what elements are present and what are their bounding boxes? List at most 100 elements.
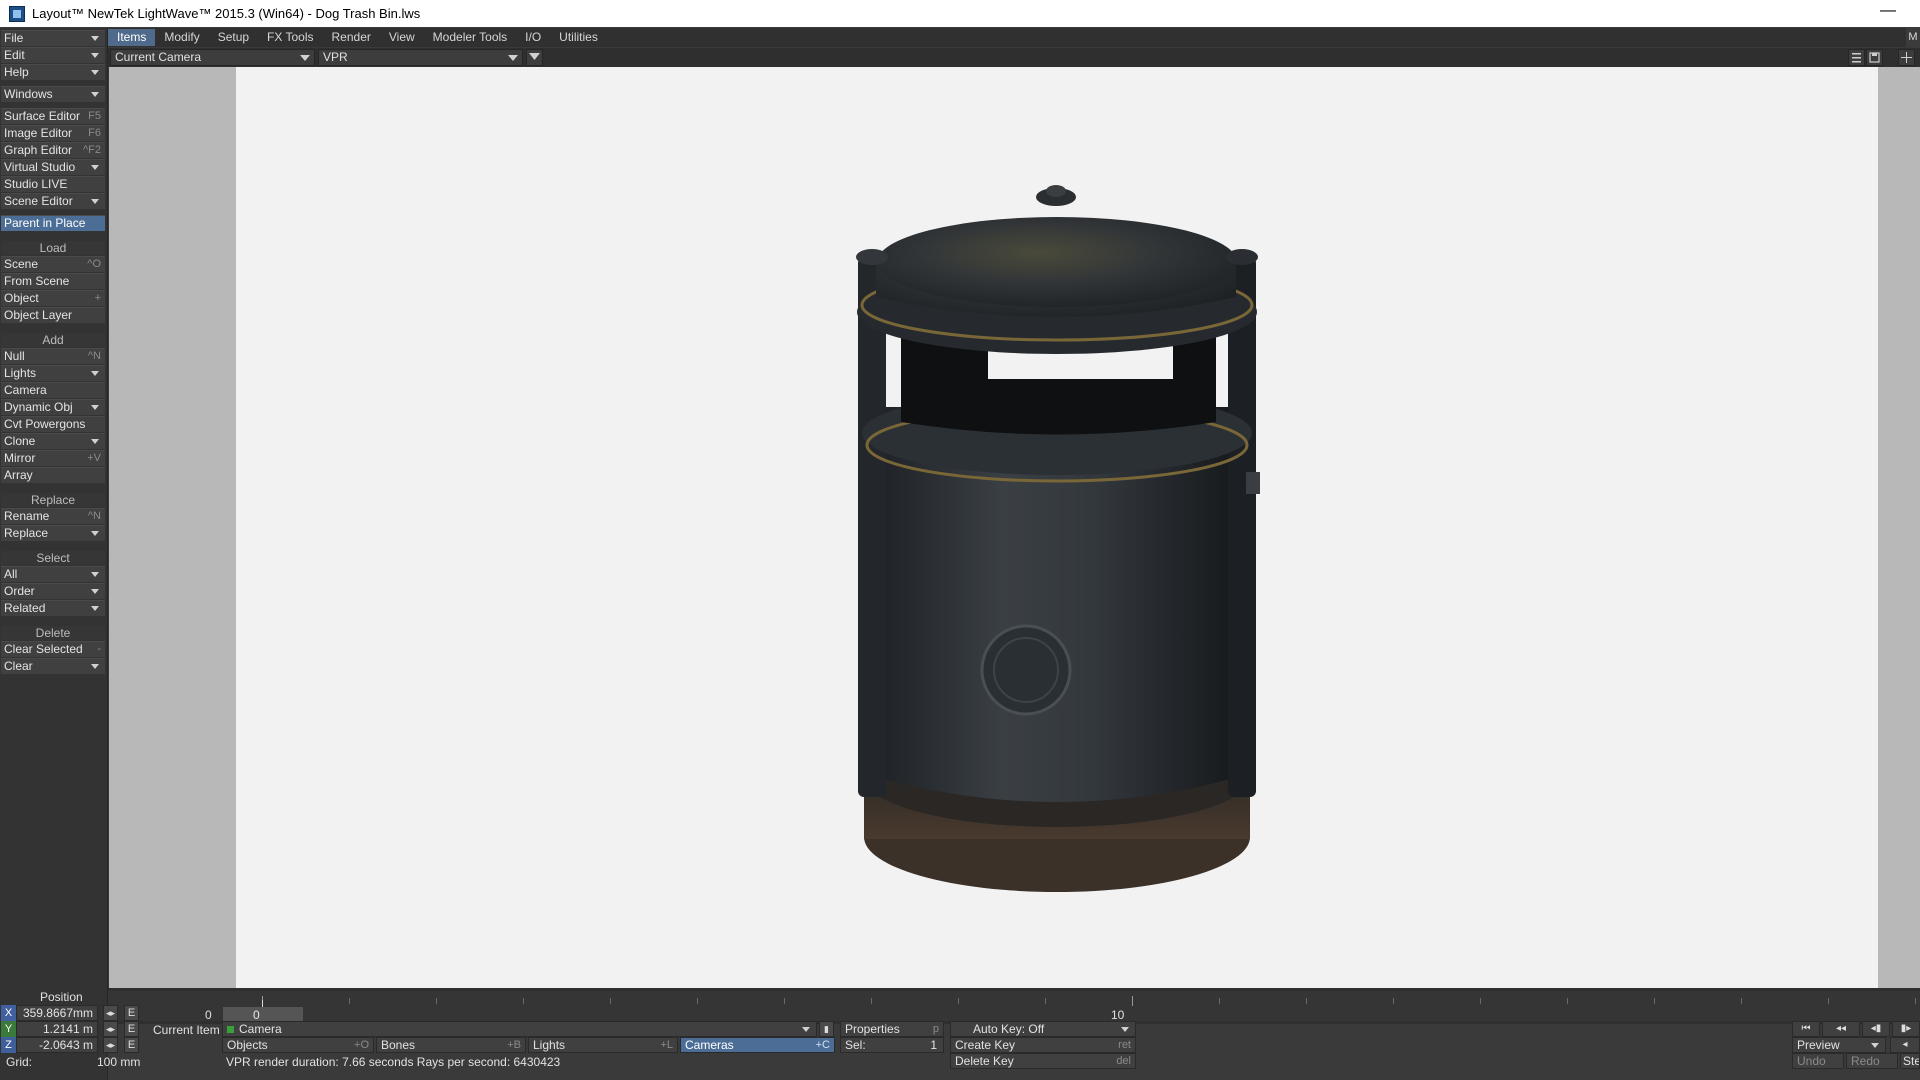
trash-bin-render-image	[856, 185, 1260, 892]
grid-label: Grid:	[6, 1055, 33, 1069]
position-label: Position	[40, 990, 83, 1004]
x-envelope-button[interactable]: E	[124, 1005, 139, 1021]
position-x-field[interactable]: 359.8667mm	[16, 1005, 98, 1021]
select-section-header: Select	[1, 551, 105, 565]
replace-menu[interactable]: Replace	[1, 525, 105, 541]
chevron-down-icon	[91, 572, 99, 577]
camera-item-icon	[227, 1026, 234, 1033]
viewport-save-icon[interactable]	[1866, 49, 1883, 66]
rename-button[interactable]: Rename ^N	[1, 508, 105, 524]
tab-render[interactable]: Render	[323, 29, 380, 46]
chevron-down-icon	[1121, 1027, 1129, 1032]
studio-live-button[interactable]: Studio LIVE	[1, 176, 105, 192]
scene-editor-button[interactable]: Scene Editor	[1, 193, 105, 209]
tab-utilities[interactable]: Utilities	[550, 29, 607, 46]
tab-view[interactable]: View	[380, 29, 424, 46]
file-menu[interactable]: File	[1, 30, 105, 46]
x-axis-label: X	[1, 1005, 16, 1021]
properties-button[interactable]: Properties p	[840, 1021, 944, 1037]
parent-in-place-toggle[interactable]: Parent in Place	[1, 215, 105, 231]
load-object-layer-button[interactable]: Object Layer	[1, 307, 105, 323]
tab-modify[interactable]: Modify	[155, 29, 208, 46]
chevron-down-icon	[91, 606, 99, 611]
objects-select-button[interactable]: Objects +O	[222, 1037, 374, 1053]
position-y-field[interactable]: 1.2141 m	[16, 1021, 98, 1037]
clone-menu[interactable]: Clone	[1, 433, 105, 449]
viewport-move-icon[interactable]	[1898, 49, 1915, 66]
select-related-menu[interactable]: Related	[1, 600, 105, 616]
viewport-options-icon[interactable]	[526, 49, 543, 66]
clear-menu[interactable]: Clear	[1, 658, 105, 674]
load-from-scene-button[interactable]: From Scene	[1, 273, 105, 289]
virtual-studio-button[interactable]: Virtual Studio	[1, 159, 105, 175]
position-z-field[interactable]: -2.0643 m	[16, 1037, 98, 1053]
preview-back-icon[interactable]: ◂	[1890, 1037, 1920, 1053]
viewport-list-icon[interactable]	[1848, 49, 1865, 66]
step-button[interactable]: Ste	[1900, 1053, 1920, 1069]
lightwave-app-icon	[9, 5, 25, 22]
chevron-down-icon	[91, 531, 99, 536]
chevron-down-icon	[300, 55, 310, 61]
array-button[interactable]: Array	[1, 467, 105, 483]
go-to-start-icon[interactable]: ⏮	[1792, 1021, 1820, 1037]
undo-button[interactable]: Undo	[1792, 1053, 1844, 1069]
title-bar: Layout™ NewTek LightWave™ 2015.3 (Win64)…	[0, 0, 1920, 27]
add-camera-button[interactable]: Camera	[1, 382, 105, 398]
chevron-down-icon	[802, 1027, 810, 1032]
play-forward-icon[interactable]: ▮▸	[1892, 1021, 1920, 1037]
load-object-button[interactable]: Object +	[1, 290, 105, 306]
camera-view-select[interactable]: Current Camera	[110, 49, 315, 66]
current-item-label: Current Item	[153, 1023, 220, 1037]
graph-editor-button[interactable]: Graph Editor ^F2	[1, 142, 105, 158]
lights-select-button[interactable]: Lights +L	[528, 1037, 678, 1053]
minimize-button[interactable]: —	[1880, 2, 1896, 20]
add-lights-menu[interactable]: Lights	[1, 365, 105, 381]
windows-menu[interactable]: Windows	[1, 86, 105, 102]
surface-editor-button[interactable]: Surface Editor F5	[1, 108, 105, 124]
load-section-header: Load	[1, 241, 105, 255]
replace-section-header: Replace	[1, 493, 105, 507]
modeler-switch-button[interactable]: M	[1906, 28, 1920, 47]
add-null-button[interactable]: Null ^N	[1, 348, 105, 364]
tab-io[interactable]: I/O	[516, 29, 550, 46]
image-editor-button[interactable]: Image Editor F6	[1, 125, 105, 141]
bones-select-button[interactable]: Bones +B	[376, 1037, 526, 1053]
z-arrows-icon[interactable]: ◂▸	[103, 1037, 118, 1053]
x-arrows-icon[interactable]: ◂▸	[103, 1005, 118, 1021]
clear-selected-button[interactable]: Clear Selected -	[1, 641, 105, 657]
add-section-header: Add	[1, 333, 105, 347]
cvt-powergons-button[interactable]: Cvt Powergons	[1, 416, 105, 432]
add-dynamic-obj-menu[interactable]: Dynamic Obj	[1, 399, 105, 415]
cameras-select-button[interactable]: Cameras +C	[680, 1037, 835, 1053]
vpr-render-canvas[interactable]	[236, 67, 1878, 988]
chevron-down-icon	[508, 55, 518, 61]
render-mode-select[interactable]: VPR	[318, 49, 523, 66]
preview-select[interactable]: Preview	[1792, 1037, 1886, 1053]
chevron-down-icon	[91, 70, 99, 75]
redo-button[interactable]: Redo	[1846, 1053, 1898, 1069]
edit-menu[interactable]: Edit	[1, 47, 105, 63]
delete-key-button[interactable]: Delete Key del	[950, 1053, 1136, 1069]
z-envelope-button[interactable]: E	[124, 1037, 139, 1053]
tab-fx-tools[interactable]: FX Tools	[258, 29, 322, 46]
select-order-menu[interactable]: Order	[1, 583, 105, 599]
play-reverse-icon[interactable]: ◂▮	[1862, 1021, 1890, 1037]
chevron-down-icon	[91, 92, 99, 97]
create-key-button[interactable]: Create Key ret	[950, 1037, 1136, 1053]
help-menu[interactable]: Help	[1, 64, 105, 80]
item-options-icon[interactable]: ▮	[819, 1021, 834, 1037]
y-arrows-icon[interactable]: ◂▸	[103, 1021, 118, 1037]
left-toolbar: File Edit Help Windows Surface Editor F5 …	[0, 28, 108, 1080]
tab-items[interactable]: Items	[108, 29, 156, 46]
y-envelope-button[interactable]: E	[124, 1021, 139, 1037]
tab-modeler-tools[interactable]: Modeler Tools	[424, 29, 516, 46]
step-back-icon[interactable]: ◂◂	[1822, 1021, 1860, 1037]
select-all-menu[interactable]: All	[1, 566, 105, 582]
load-scene-button[interactable]: Scene ^O	[1, 256, 105, 272]
tab-setup[interactable]: Setup	[209, 29, 258, 46]
chevron-down-icon	[91, 36, 99, 41]
current-item-select[interactable]: Camera	[222, 1021, 817, 1037]
mirror-button[interactable]: Mirror +V	[1, 450, 105, 466]
auto-key-select[interactable]: Auto Key: Off	[950, 1021, 1136, 1037]
chevron-down-icon	[1871, 1043, 1879, 1048]
